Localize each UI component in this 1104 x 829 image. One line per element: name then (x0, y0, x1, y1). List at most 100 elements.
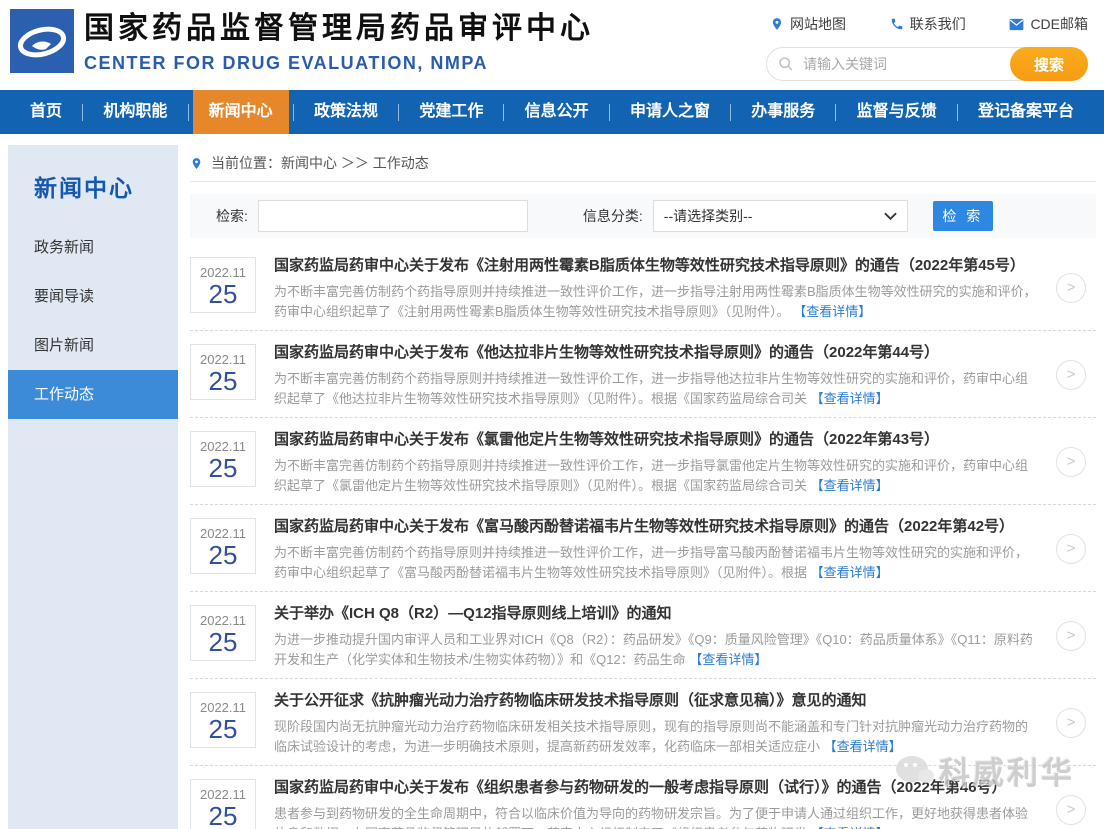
sidebar-item[interactable]: 要闻导读 (8, 272, 178, 321)
news-title[interactable]: 关于举办《ICH Q8（R2）—Q12指导原则线上培训》的通知 (274, 603, 1040, 625)
news-summary-text: 为不断丰富完善仿制药个药指导原则并持续推进一致性评价工作，进一步指导注射用两性霉… (274, 284, 1037, 319)
nav-separator (835, 104, 836, 121)
news-date-day: 25 (191, 281, 255, 307)
magnifier-icon (778, 56, 794, 72)
nav-item[interactable]: 办事服务 (735, 90, 831, 134)
news-body: 关于举办《ICH Q8（R2）—Q12指导原则线上培训》的通知 为进一步推动提升… (274, 601, 1040, 670)
search-button[interactable]: 搜索 (1010, 47, 1088, 81)
sidebar-item[interactable]: 政务新闻 (8, 223, 178, 272)
view-details-link[interactable]: 【查看详情】 (793, 304, 871, 319)
sidebar-item[interactable]: 工作动态 (8, 370, 178, 419)
nav-separator (609, 104, 610, 121)
news-date-month: 2022.11 (191, 439, 255, 454)
news-title[interactable]: 国家药监局药审中心关于发布《注射用两性霉素B脂质体生物等效性研究技术指导原则》的… (274, 255, 1040, 277)
location-pin-icon (190, 156, 203, 171)
news-date-box: 2022.11 25 (190, 431, 256, 487)
news-body: 国家药监局药审中心关于发布《富马酸丙酚替诺福韦片生物等效性研究技术指导原则》的通… (274, 514, 1040, 583)
chevron-right-circle-icon[interactable]: > (1056, 273, 1086, 303)
news-summary-text: 为不断丰富完善仿制药个药指导原则并持续推进一致性评价工作，进一步指导他达拉非片生… (274, 371, 1028, 406)
sidebar-item[interactable]: 图片新闻 (8, 321, 178, 370)
news-date-box: 2022.11 25 (190, 605, 256, 661)
sidebar-item-label: 图片新闻 (34, 337, 94, 354)
view-details-link[interactable]: 【查看详情】 (811, 478, 889, 493)
nav-item[interactable]: 机构职能 (87, 90, 183, 134)
nav-item-label: 登记备案平台 (978, 103, 1074, 120)
news-summary: 为不断丰富完善仿制药个药指导原则并持续推进一致性评价工作，进一步指导注射用两性霉… (274, 282, 1040, 322)
sidebar-item-label: 政务新闻 (34, 239, 94, 256)
keyword-input[interactable] (258, 200, 528, 232)
cde-mail-link[interactable]: CDE邮箱 (1009, 14, 1088, 34)
view-details-link[interactable]: 【查看详情】 (811, 565, 889, 580)
nav-separator (398, 104, 399, 121)
nav-separator (503, 104, 504, 121)
news-list-item[interactable]: 2022.11 25 关于公开征求《抗肿瘤光动力治疗药物临床研发技术指导原则（征… (190, 679, 1096, 766)
nav-item[interactable]: 申请人之窗 (614, 90, 726, 134)
news-body: 国家药监局药审中心关于发布《组织患者参与药物研发的一般考虑指导原则（试行）》的通… (274, 775, 1040, 829)
chevron-right-circle-icon[interactable]: > (1056, 360, 1086, 390)
nav-item[interactable]: 政策法规 (298, 90, 394, 134)
news-summary-text: 现阶段国内尚无抗肿瘤光动力治疗药物临床研发相关技术指导原则，现有的指导原则尚不能… (274, 719, 1028, 754)
nav-item-label: 信息公开 (525, 103, 589, 120)
news-title[interactable]: 关于公开征求《抗肿瘤光动力治疗药物临床研发技术指导原则（征求意见稿）》意见的通知 (274, 690, 1040, 712)
location-pin-icon (770, 17, 784, 31)
news-list-item[interactable]: 2022.11 25 国家药监局药审中心关于发布《他达拉非片生物等效性研究技术指… (190, 331, 1096, 418)
nav-item[interactable]: 信息公开 (509, 90, 605, 134)
phone-icon (890, 17, 904, 31)
breadcrumb-text: 当前位置：新闻中心 ＞＞ 工作动态 (211, 153, 429, 173)
news-title[interactable]: 国家药监局药审中心关于发布《组织患者参与药物研发的一般考虑指导原则（试行）》的通… (274, 777, 1040, 799)
news-list-item[interactable]: 2022.11 25 国家药监局药审中心关于发布《富马酸丙酚替诺福韦片生物等效性… (190, 505, 1096, 592)
news-date-box: 2022.11 25 (190, 518, 256, 574)
chevron-right-circle-icon[interactable]: > (1056, 447, 1086, 477)
site-title-block: 国家药品监督管理局药品审评中心 CENTER FOR DRUG EVALUATI… (84, 10, 594, 74)
site-header: 国家药品监督管理局药品审评中心 CENTER FOR DRUG EVALUATI… (0, 0, 1104, 90)
chevron-right-circle-icon[interactable]: > (1056, 795, 1086, 825)
nav-item-label: 监督与反馈 (857, 103, 937, 120)
news-list-item[interactable]: 2022.11 25 国家药监局药审中心关于发布《组织患者参与药物研发的一般考虑… (190, 766, 1096, 829)
site-title: 国家药品监督管理局药品审评中心 (84, 10, 594, 48)
news-date-day: 25 (191, 803, 255, 829)
news-title[interactable]: 国家药监局药审中心关于发布《氯雷他定片生物等效性研究技术指导原则》的通告（202… (274, 429, 1040, 451)
news-summary: 现阶段国内尚无抗肿瘤光动力治疗药物临床研发相关技术指导原则，现有的指导原则尚不能… (274, 717, 1040, 757)
nav-item[interactable]: 监督与反馈 (841, 90, 953, 134)
chevron-right-circle-icon[interactable]: > (1056, 621, 1086, 651)
nav-item-label: 政策法规 (314, 103, 378, 120)
news-summary-text: 为不断丰富完善仿制药个药指导原则并持续推进一致性评价工作，进一步指导富马酸丙酚替… (274, 545, 1028, 580)
filter-search-button[interactable]: 检 索 (933, 201, 993, 231)
view-details-link[interactable]: 【查看详情】 (811, 391, 889, 406)
nav-separator (957, 104, 958, 121)
news-date-day: 25 (191, 629, 255, 655)
news-date-box: 2022.11 25 (190, 344, 256, 400)
category-select[interactable]: --请选择类别-- (653, 200, 908, 232)
keyword-label: 检索: (216, 206, 248, 226)
news-list: 2022.11 25 国家药监局药审中心关于发布《注射用两性霉素B脂质体生物等效… (190, 244, 1096, 829)
news-body: 国家药监局药审中心关于发布《氯雷他定片生物等效性研究技术指导原则》的通告（202… (274, 427, 1040, 496)
chevron-right-circle-icon[interactable]: > (1056, 534, 1086, 564)
nav-item[interactable]: 首页 (14, 90, 78, 134)
view-details-link[interactable]: 【查看详情】 (824, 739, 902, 754)
nav-separator (730, 104, 731, 121)
news-list-item[interactable]: 2022.11 25 国家药监局药审中心关于发布《注射用两性霉素B脂质体生物等效… (190, 244, 1096, 331)
mail-icon (1009, 18, 1024, 31)
news-list-item[interactable]: 2022.11 25 关于举办《ICH Q8（R2）—Q12指导原则线上培训》的… (190, 592, 1096, 679)
sidebar-title: 新闻中心 (8, 145, 178, 213)
nav-item[interactable]: 新闻中心 (193, 90, 289, 134)
nav-item-label: 新闻中心 (209, 103, 273, 120)
news-title[interactable]: 国家药监局药审中心关于发布《富马酸丙酚替诺福韦片生物等效性研究技术指导原则》的通… (274, 516, 1040, 538)
nav-item[interactable]: 党建工作 (403, 90, 499, 134)
news-date-box: 2022.11 25 (190, 257, 256, 313)
main-content: 当前位置：新闻中心 ＞＞ 工作动态 检索: 信息分类: --请选择类别-- 检 … (190, 145, 1096, 829)
quick-links: 网站地图 联系我们 CDE邮箱 (770, 14, 1088, 34)
news-title[interactable]: 国家药监局药审中心关于发布《他达拉非片生物等效性研究技术指导原则》的通告（202… (274, 342, 1040, 364)
nav-separator (293, 104, 294, 121)
contact-us-link[interactable]: 联系我们 (890, 14, 966, 34)
breadcrumb: 当前位置：新闻中心 ＞＞ 工作动态 (190, 145, 1096, 182)
header-search: 搜索 (766, 47, 1088, 81)
chevron-right-circle-icon[interactable]: > (1056, 708, 1086, 738)
sitemap-link[interactable]: 网站地图 (770, 14, 846, 34)
sidebar-menu: 政务新闻 要闻导读 图片新闻 工作动态 (8, 223, 178, 419)
news-summary: 为不断丰富完善仿制药个药指导原则并持续推进一致性评价工作，进一步指导氯雷他定片生… (274, 456, 1040, 496)
view-details-link[interactable]: 【查看详情】 (689, 652, 767, 667)
nav-item[interactable]: 登记备案平台 (962, 90, 1090, 134)
news-list-item[interactable]: 2022.11 25 国家药监局药审中心关于发布《氯雷他定片生物等效性研究技术指… (190, 418, 1096, 505)
news-summary-text: 患者参与到药物研发的全生命周期中，符合以临床价值为导向的药物研发宗旨。为了便于申… (274, 806, 1028, 829)
